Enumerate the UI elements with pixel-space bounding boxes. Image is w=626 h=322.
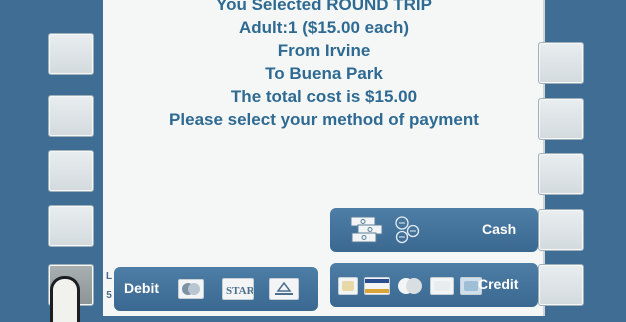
star-network-icon: STAR: [222, 278, 254, 300]
mastercard-icon: [396, 277, 424, 295]
side-button-r5[interactable]: [538, 264, 584, 306]
payment-prompt-line: Please select your method of payment: [169, 110, 479, 129]
debit-label: Debit: [124, 280, 159, 296]
trip-type-line: You Selected ROUND TRIP: [216, 0, 432, 14]
coins-icon: [392, 216, 422, 244]
visa-icon: [364, 277, 390, 295]
ticket-kiosk: You Selected ROUND TRIP Adult:1 ($15.00 …: [0, 0, 626, 322]
total-cost-line: The total cost is $15.00: [230, 87, 418, 106]
side-button-l1[interactable]: [48, 33, 94, 75]
pointing-finger-icon: [50, 276, 80, 322]
side-button-l3[interactable]: [48, 150, 94, 192]
credit-payment-button[interactable]: Credit: [330, 263, 538, 307]
card-generic-icon: [338, 277, 358, 295]
side-button-l4[interactable]: [48, 205, 94, 247]
interlink-icon: [269, 278, 299, 300]
passenger-line: Adult:1 ($15.00 each): [238, 18, 410, 37]
cash-label: Cash: [482, 221, 517, 237]
side-button-r3[interactable]: [538, 153, 584, 195]
side-button-r4[interactable]: [538, 209, 584, 251]
cash-payment-button[interactable]: Cash: [330, 208, 538, 252]
right-button-rail: [526, 0, 626, 322]
debit-key-letter: L: [105, 271, 113, 282]
side-button-l2[interactable]: [48, 95, 94, 137]
credit-label: Credit: [478, 276, 519, 292]
discover-icon: [430, 277, 454, 295]
origin-line: From Irvine: [277, 41, 371, 60]
side-button-r1[interactable]: [538, 42, 584, 84]
debit-key-number: 5: [106, 290, 112, 301]
svg-text:STAR: STAR: [226, 285, 253, 297]
banknotes-icon: [350, 216, 384, 244]
destination-line: To Buena Park: [265, 64, 383, 83]
side-button-r2[interactable]: [538, 98, 584, 140]
left-button-rail: [0, 0, 100, 322]
debit-payment-button[interactable]: Debit STAR: [114, 267, 318, 311]
maestro-icon: [178, 279, 204, 299]
kiosk-screen: You Selected ROUND TRIP Adult:1 ($15.00 …: [103, 0, 546, 316]
